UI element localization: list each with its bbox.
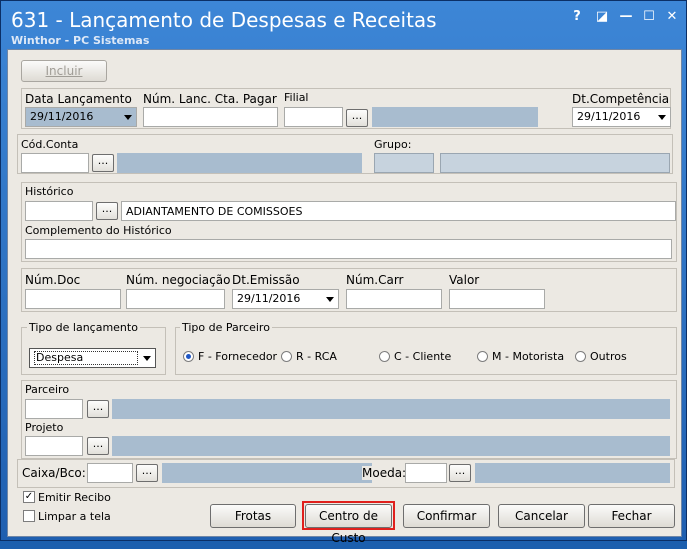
num-doc-label: Núm.Doc [25, 273, 81, 287]
tipo-lancamento-value: Despesa [34, 351, 138, 365]
filial-description-field [372, 107, 538, 127]
radio-cliente-label[interactable]: C - Cliente [394, 350, 451, 363]
caixa-description-field [162, 463, 372, 483]
cod-conta-input[interactable] [21, 153, 89, 173]
valor-input[interactable] [449, 289, 545, 309]
emitir-recibo-label[interactable]: Emitir Recibo [38, 491, 111, 504]
maximize-icon[interactable]: ☐ [641, 9, 657, 25]
dt-emissao-value: 29/11/2016 [237, 292, 301, 305]
historico-search-button[interactable]: ... [96, 202, 118, 220]
close-icon[interactable]: ✕ [664, 9, 680, 25]
dt-emissao-combo[interactable]: 29/11/2016 [232, 289, 339, 309]
num-doc-input[interactable] [25, 289, 121, 309]
caixa-label: Caixa/Bco: [22, 466, 86, 480]
valor-label: Valor [449, 273, 480, 287]
grupo-code-field [374, 153, 434, 173]
historico-label: Histórico [25, 185, 74, 198]
moeda-input[interactable] [405, 463, 447, 483]
data-lancamento-combo[interactable]: 29/11/2016 [25, 107, 137, 127]
tipo-lancamento-combo[interactable]: Despesa [29, 348, 156, 368]
radio-outros[interactable] [575, 351, 586, 362]
projeto-search-button[interactable]: ... [87, 437, 109, 455]
moeda-label: Moeda: [362, 466, 407, 480]
num-lanc-label: Núm. Lanc. Cta. Pagar [143, 92, 277, 106]
projeto-description-field [112, 436, 670, 456]
filial-input[interactable] [284, 107, 343, 127]
moeda-description-field [475, 463, 670, 483]
cod-conta-search-button[interactable]: ... [92, 154, 114, 172]
historico-code-input[interactable] [25, 201, 93, 221]
filial-label: Filial [284, 91, 309, 104]
historico-text-input[interactable]: ADIANTAMENTO DE COMISSOES [121, 201, 676, 221]
emitir-recibo-checkbox[interactable]: ✓ [23, 491, 35, 503]
radio-outros-label[interactable]: Outros [590, 350, 627, 363]
tipo-parceiro-label: Tipo de Parceiro [180, 321, 272, 334]
dt-emissao-label: Dt.Emissão [232, 273, 300, 287]
centro-custo-button[interactable]: Centro de Custo [305, 504, 392, 545]
parceiro-search-button[interactable]: ... [87, 400, 109, 418]
dt-competencia-label: Dt.Competência [572, 92, 670, 106]
limpar-tela-checkbox[interactable] [23, 510, 35, 522]
data-lancamento-label: Data Lançamento [25, 92, 132, 106]
num-carr-input[interactable] [346, 289, 442, 309]
window-title: 631 - Lançamento de Despesas e Receitas [11, 8, 437, 32]
radio-motorista[interactable] [477, 351, 488, 362]
chevron-down-icon [658, 115, 666, 120]
complemento-input[interactable] [25, 239, 672, 259]
projeto-input[interactable] [25, 436, 83, 456]
restore-icon[interactable]: ◪ [594, 9, 610, 25]
minimize-icon[interactable]: — [618, 9, 634, 25]
num-carr-label: Núm.Carr [346, 273, 404, 287]
form-area: Incluir Data Lançamento 29/11/2016 Núm. … [7, 49, 682, 545]
chevron-down-icon [326, 297, 334, 302]
caixa-search-button[interactable]: ... [136, 464, 158, 482]
filial-search-button[interactable]: ... [346, 109, 368, 127]
parceiro-input[interactable] [25, 399, 83, 419]
grupo-description-field [440, 153, 670, 173]
projeto-label: Projeto [25, 421, 64, 434]
parceiro-description-field [112, 399, 670, 419]
radio-rca-label[interactable]: R - RCA [296, 350, 337, 363]
chevron-down-icon [124, 115, 132, 120]
confirmar-button[interactable]: Confirmar [403, 504, 490, 528]
num-negociacao-label: Núm. negociação [126, 273, 231, 287]
radio-fornecedor[interactable] [183, 351, 194, 362]
tipo-lancamento-label: Tipo de lançamento [27, 321, 140, 334]
conta-description-field [117, 153, 362, 173]
window-subtitle: Winthor - PC Sistemas [11, 34, 150, 47]
cod-conta-label: Cód.Conta [21, 138, 79, 151]
radio-motorista-label[interactable]: M - Motorista [492, 350, 564, 363]
caixa-input[interactable] [87, 463, 133, 483]
data-lancamento-value: 29/11/2016 [30, 110, 94, 123]
dt-competencia-combo[interactable]: 29/11/2016 [572, 107, 671, 127]
radio-fornecedor-label[interactable]: F - Fornecedor [198, 350, 277, 363]
app-window: 631 - Lançamento de Despesas e Receitas … [0, 0, 687, 545]
parceiro-label: Parceiro [25, 383, 70, 396]
incluir-button[interactable]: Incluir [21, 60, 107, 82]
moeda-search-button[interactable]: ... [449, 464, 471, 482]
frotas-button[interactable]: Frotas [210, 504, 296, 528]
limpar-tela-label[interactable]: Limpar a tela [38, 510, 111, 523]
dt-competencia-value: 29/11/2016 [577, 110, 641, 123]
help-icon[interactable]: ? [569, 9, 585, 25]
radio-cliente[interactable] [379, 351, 390, 362]
chevron-down-icon [143, 356, 151, 361]
cancelar-button[interactable]: Cancelar [498, 504, 585, 528]
radio-rca[interactable] [281, 351, 292, 362]
complemento-label: Complemento do Histórico [25, 224, 172, 237]
num-negociacao-input[interactable] [126, 289, 225, 309]
fechar-button[interactable]: Fechar [588, 504, 675, 528]
num-lanc-input[interactable] [143, 107, 278, 127]
grupo-label: Grupo: [374, 138, 412, 151]
